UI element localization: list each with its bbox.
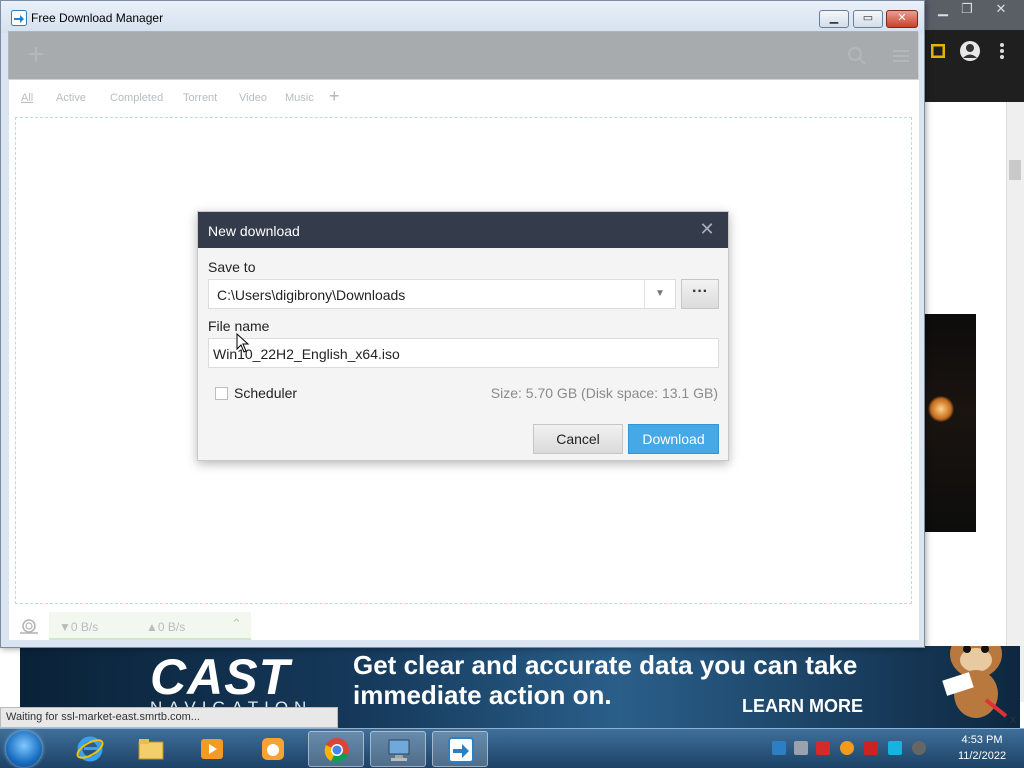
file-name-input[interactable]: Win10_22H2_English_x64.iso	[208, 338, 719, 368]
ad-close-button[interactable]: x	[1010, 712, 1016, 726]
browser-status-bar: Waiting for ssl-market-east.smrtb.com...	[0, 707, 338, 728]
tab-all[interactable]: All	[21, 92, 33, 104]
taskbar-chrome[interactable]	[308, 731, 364, 767]
add-tab-button[interactable]: +	[329, 86, 340, 107]
modal-overlay	[8, 31, 918, 79]
fdm-titlebar[interactable]: Free Download Manager ▁ ▭ ✕	[1, 1, 924, 33]
scheduler-checkbox[interactable]	[215, 387, 228, 400]
profile-avatar-icon[interactable]	[959, 40, 981, 62]
ad-learn-more-link[interactable]: LEARN MORE	[742, 696, 863, 717]
media-player-icon	[201, 739, 223, 759]
tab-music[interactable]: Music	[285, 92, 314, 104]
webpage-photo	[925, 314, 976, 532]
taskbar-uc-browser[interactable]	[245, 731, 301, 767]
speed-indicator: ▼0 B/s ▲0 B/s ⌃	[49, 612, 251, 640]
antivirus-tray-icon[interactable]	[816, 741, 830, 755]
size-info: Size: 5.70 GB (Disk space: 13.1 GB)	[490, 385, 718, 401]
browser-restore-button[interactable]: ❐	[952, 0, 982, 18]
mouse-cursor-icon	[236, 333, 250, 353]
file-name-label: File name	[208, 318, 270, 334]
browser-scrollbar[interactable]	[1006, 102, 1024, 702]
system-tray	[770, 737, 940, 761]
scheduler-label[interactable]: Scheduler	[234, 385, 297, 401]
tab-video[interactable]: Video	[239, 92, 267, 104]
extension-icon[interactable]	[931, 44, 945, 58]
tab-completed[interactable]: Completed	[110, 92, 163, 104]
tab-active[interactable]: Active	[56, 92, 86, 104]
search-tray-icon[interactable]	[840, 741, 854, 755]
clock-date[interactable]: 11/2/2022	[950, 750, 1014, 762]
save-to-label: Save to	[208, 259, 256, 275]
dialog-header: New download ✕	[198, 212, 728, 248]
taskbar-computer[interactable]	[370, 731, 426, 767]
computer-icon	[388, 739, 410, 761]
new-download-dialog: New download ✕ Save to C:\Users\digibron…	[197, 211, 729, 461]
windows-taskbar: 4:53 PM 11/2/2022	[0, 728, 1024, 768]
browse-folder-button[interactable]: ···	[681, 279, 719, 309]
dialog-close-icon[interactable]: ✕	[698, 220, 716, 238]
tab-torrent[interactable]: Torrent	[183, 92, 217, 104]
fdm-window-title: Free Download Manager	[31, 11, 164, 25]
chevron-down-icon[interactable]: ▼	[644, 280, 675, 308]
webpage-photo-light	[928, 396, 954, 422]
save-to-select[interactable]: C:\Users\digibrony\Downloads ▼	[208, 279, 676, 309]
maximize-button[interactable]: ▭	[853, 10, 883, 28]
fdm-tray-icon[interactable]	[772, 741, 786, 755]
taskbar-file-explorer[interactable]	[123, 731, 179, 767]
expand-chevron-icon[interactable]: ⌃	[231, 616, 242, 632]
browser-toolbar	[925, 30, 1024, 102]
upload-speed: ▲0 B/s	[146, 620, 186, 634]
taskbar-media-player[interactable]	[184, 731, 240, 767]
taskbar-free-download-manager[interactable]	[432, 731, 488, 767]
start-button[interactable]	[6, 731, 42, 767]
flag-tray-icon[interactable]	[864, 741, 878, 755]
hamster-mascot-icon	[942, 646, 1008, 718]
network-tray-icon[interactable]	[794, 741, 808, 755]
internet-explorer-icon	[76, 736, 104, 762]
fdm-bottom-bar: ▼0 B/s ▲0 B/s ⌃	[9, 612, 919, 640]
fdm-taskbar-icon	[448, 737, 474, 763]
close-window-button[interactable]: ✕	[886, 10, 918, 28]
snail-speed-mode-icon[interactable]	[19, 618, 39, 634]
cancel-button[interactable]: Cancel	[533, 424, 623, 454]
save-to-path: C:\Users\digibrony\Downloads	[217, 287, 406, 303]
taskbar-internet-explorer[interactable]	[62, 731, 118, 767]
chrome-icon	[324, 738, 349, 763]
minimize-button[interactable]: ▁	[819, 10, 849, 28]
volume-tray-icon[interactable]	[912, 741, 926, 755]
clock-time[interactable]: 4:53 PM	[950, 734, 1014, 746]
browser-scrollbar-thumb[interactable]	[1009, 160, 1021, 180]
fdm-app-icon	[11, 10, 27, 26]
folder-icon	[138, 739, 164, 760]
filter-tabs: All Active Completed Torrent Video Music…	[9, 80, 919, 114]
browser-close-button[interactable]: ✕	[986, 0, 1016, 18]
browser-menu-icon[interactable]	[999, 42, 1005, 60]
display-tray-icon[interactable]	[888, 741, 902, 755]
download-button[interactable]: Download	[628, 424, 719, 454]
dialog-title: New download	[208, 223, 300, 239]
uc-browser-icon	[262, 738, 284, 760]
download-speed: ▼0 B/s	[59, 620, 99, 634]
